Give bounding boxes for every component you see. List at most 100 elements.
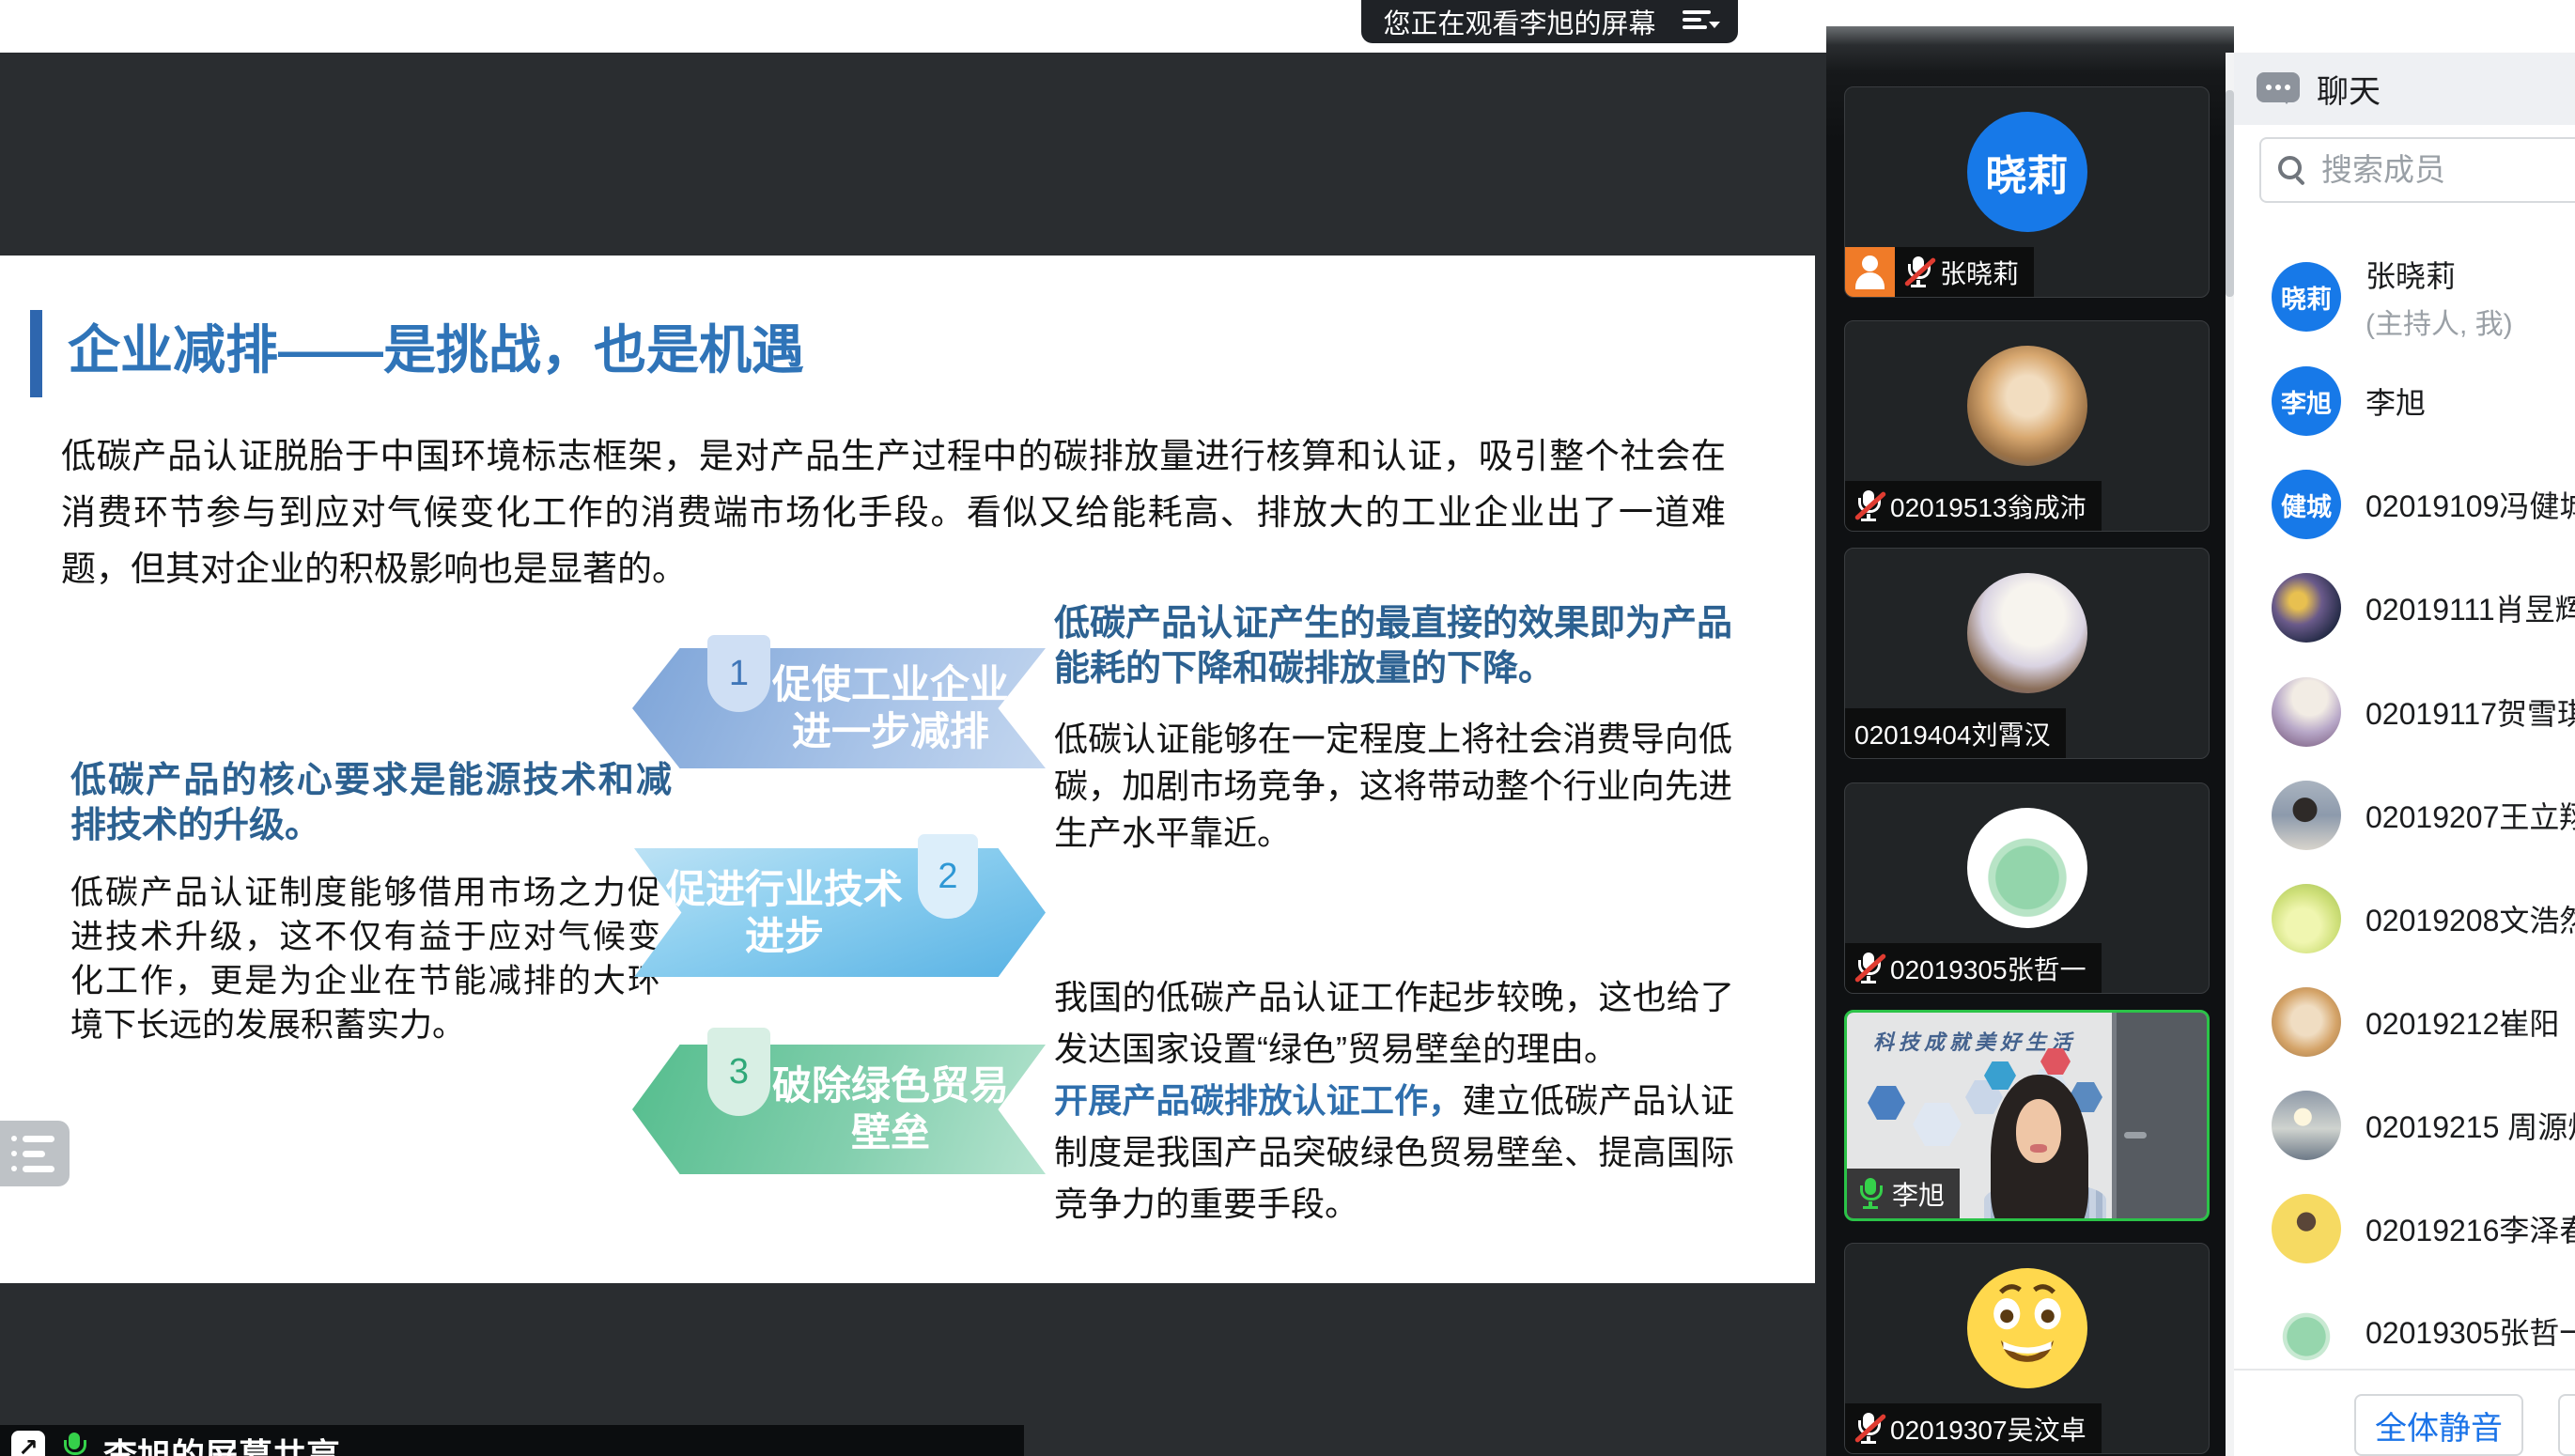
shared-slide: 企业减排——是挑战，也是机遇 低碳产品认证脱胎于中国环境标志框架，是对产品生产过…	[0, 256, 1815, 1283]
avatar	[1967, 573, 2087, 693]
avatar: 晓莉	[1967, 112, 2087, 232]
member-row[interactable]: 02019111肖昱辉	[2234, 565, 2575, 651]
video-tile-liuxiaohan[interactable]: 02019404刘霄汉	[1844, 548, 2210, 759]
avatar	[1967, 808, 2087, 928]
meeting-window: 您正在观看李旭的屏幕 企业减排——是挑战，也是机遇 低碳产品认证脱胎于中国环境标…	[0, 0, 2575, 1456]
avatar	[2272, 987, 2341, 1057]
member-search-box[interactable]	[2259, 137, 2575, 203]
search-input[interactable]	[2319, 151, 2558, 189]
member-name: 02019109冯健城	[2366, 483, 2575, 526]
step-1-number: 1	[707, 635, 770, 712]
share-bar-text: 李旭的屏幕共享	[103, 1429, 340, 1456]
video-tile-wengchengpei[interactable]: 02019513翁成沛	[1844, 320, 2210, 532]
member-name: 李旭	[2366, 379, 2426, 423]
step-2-line2: 进步	[745, 913, 824, 960]
mic-muted-icon	[1854, 488, 1883, 524]
avatar	[2272, 573, 2341, 643]
right-bottom-para: 开展产品碳排放认证工作，建立低碳产品认证制度是我国产品突破绿色贸易壁垒、提高国际…	[1054, 1075, 1734, 1230]
right-bottom-emphasis: 开展产品碳排放认证工作，	[1054, 1081, 1463, 1120]
left-heading: 低碳产品的核心要求是能源技术和减排技术的升级。	[70, 758, 672, 848]
member-row[interactable]: 02019207王立翔	[2234, 772, 2575, 859]
member-row[interactable]: 02019216李泽春	[2234, 1185, 2575, 1272]
member-name: 02019305张哲一	[2366, 1309, 2575, 1353]
avatar-emoji	[1967, 1268, 2087, 1388]
mic-muted-icon	[1904, 255, 1932, 290]
member-row[interactable]: 02019117贺雪琪	[2234, 669, 2575, 755]
person-face	[2016, 1099, 2061, 1163]
mic-muted-icon	[1854, 951, 1883, 986]
avatar: 李旭	[2272, 366, 2341, 436]
slide-intro-paragraph: 低碳产品认证脱胎于中国环境标志框架，是对产品生产过程中的碳排放量进行核算和认证，…	[61, 428, 1726, 597]
avatar: 晓莉	[2272, 262, 2341, 332]
step-2-number: 2	[918, 834, 978, 919]
chat-panel: 聊天 晓莉 张晓莉 (主持人, 我) 李旭 李旭 健城 02019109冯健城 …	[2234, 0, 2575, 1456]
step-1-chevron: 促使工业企业 进一步减排	[632, 648, 1046, 768]
step-2-chevron: 促进行业技术 进步	[634, 848, 1046, 977]
member-row[interactable]: 02019215 周源灿	[2234, 1082, 2575, 1169]
title-accent-bar	[30, 310, 42, 397]
avatar	[2272, 781, 2341, 850]
mute-all-button[interactable]: 全体静音	[2354, 1394, 2523, 1456]
member-row[interactable]: 02019305张哲一	[2234, 1288, 2575, 1374]
member-name: 02019117贺雪琪	[2366, 690, 2575, 734]
slide-outline-button[interactable]	[0, 1121, 70, 1186]
mic-on-icon	[60, 1431, 88, 1456]
member-row[interactable]: 健城 02019109冯健城	[2234, 461, 2575, 548]
avatar	[1967, 346, 2087, 466]
member-name: 02019208文浩然	[2366, 897, 2575, 940]
member-name: 张晓莉	[2366, 253, 2513, 296]
wall-banner-text: 科技成就美好生活	[1873, 1026, 2076, 1056]
viewing-banner-text: 您正在观看李旭的屏幕	[1383, 2, 1655, 41]
avatar	[2272, 1296, 2341, 1366]
step-1-line1: 促使工业企业	[772, 661, 1009, 708]
member-name: 02019212崔阳	[2366, 1000, 2559, 1044]
participant-name: 02019404刘霄汉	[1854, 715, 2051, 752]
video-tile-zhangxiaoli[interactable]: 晓莉 张晓莉	[1844, 86, 2210, 298]
avatar	[2272, 677, 2341, 747]
avatar: 健城	[2272, 470, 2341, 539]
chat-bubble-icon	[2257, 70, 2300, 108]
video-tile-lixu-speaking[interactable]: 科技成就美好生活 李旭	[1844, 1010, 2210, 1221]
member-row[interactable]: 晓莉 张晓莉 (主持人, 我)	[2234, 254, 2575, 340]
list-icon	[11, 1136, 70, 1142]
step-3-line2: 壁垒	[851, 1109, 930, 1156]
member-row[interactable]: 李旭 李旭	[2234, 358, 2575, 444]
member-row[interactable]: 02019208文浩然	[2234, 875, 2575, 962]
step-3-chevron: 破除绿色贸易 壁垒	[632, 1045, 1046, 1174]
right-bottom-block: 我国的低碳产品认证工作起步较晚，这也给了发达国家设置“绿色”贸易壁垒的理由。 开…	[1054, 971, 1734, 1230]
viewing-banner[interactable]: 您正在观看李旭的屏幕	[1361, 0, 1738, 43]
banner-menu-icon[interactable]	[1683, 10, 1716, 33]
participant-name: 02019513翁成沛	[1890, 488, 2086, 525]
right-top-heading: 低碳产品认证产生的最直接的效果即为产品能耗的下降和碳排放量的下降。	[1054, 601, 1732, 691]
video-tile-wuwenzhuo[interactable]: 02019307吴汶卓	[1844, 1243, 2210, 1454]
screen-share-status-bar[interactable]: 李旭的屏幕共享	[0, 1425, 1024, 1456]
mic-on-icon	[1856, 1176, 1885, 1212]
avatar	[2272, 1194, 2341, 1263]
person-lips	[2030, 1144, 2046, 1153]
participant-name: 02019305张哲一	[1890, 950, 2086, 987]
participant-name: 张晓莉	[1940, 254, 2019, 291]
search-icon	[2278, 156, 2306, 184]
avatar	[2272, 1091, 2341, 1160]
step-2-line1: 促进行业技术	[666, 866, 903, 913]
right-bottom-lead: 我国的低碳产品认证工作起步较晚，这也给了发达国家设置“绿色”贸易壁垒的理由。	[1054, 971, 1734, 1075]
door	[2112, 1013, 2207, 1218]
member-role: (主持人, 我)	[2366, 301, 2513, 342]
panel-divider	[2234, 1369, 2575, 1371]
member-row[interactable]: 02019212崔阳	[2234, 979, 2575, 1065]
participant-name: 李旭	[1892, 1175, 1945, 1213]
step-3-number: 3	[707, 1028, 770, 1116]
left-body: 低碳产品认证制度能够借用市场之力促进技术升级，这不仅有益于应对气候变化工作，更是…	[70, 871, 660, 1047]
step-3-line1: 破除绿色贸易	[772, 1062, 1009, 1109]
slide-title: 企业减排——是挑战，也是机遇	[68, 308, 804, 384]
host-badge-icon	[1845, 247, 1895, 297]
member-name: 02019216李泽春	[2366, 1207, 2575, 1250]
secondary-action-button[interactable]	[2558, 1394, 2575, 1456]
video-tile-zhangzheyi[interactable]: 02019305张哲一	[1844, 782, 2210, 994]
member-name: 02019111肖昱辉	[2366, 586, 2575, 629]
chat-scrollbar-thumb[interactable]	[2226, 90, 2234, 297]
participant-name: 02019307吴汶卓	[1890, 1410, 2086, 1448]
member-name: 02019215 周源灿	[2366, 1104, 2575, 1147]
chat-panel-title: 聊天	[2317, 66, 2381, 112]
member-name: 02019207王立翔	[2366, 794, 2575, 837]
